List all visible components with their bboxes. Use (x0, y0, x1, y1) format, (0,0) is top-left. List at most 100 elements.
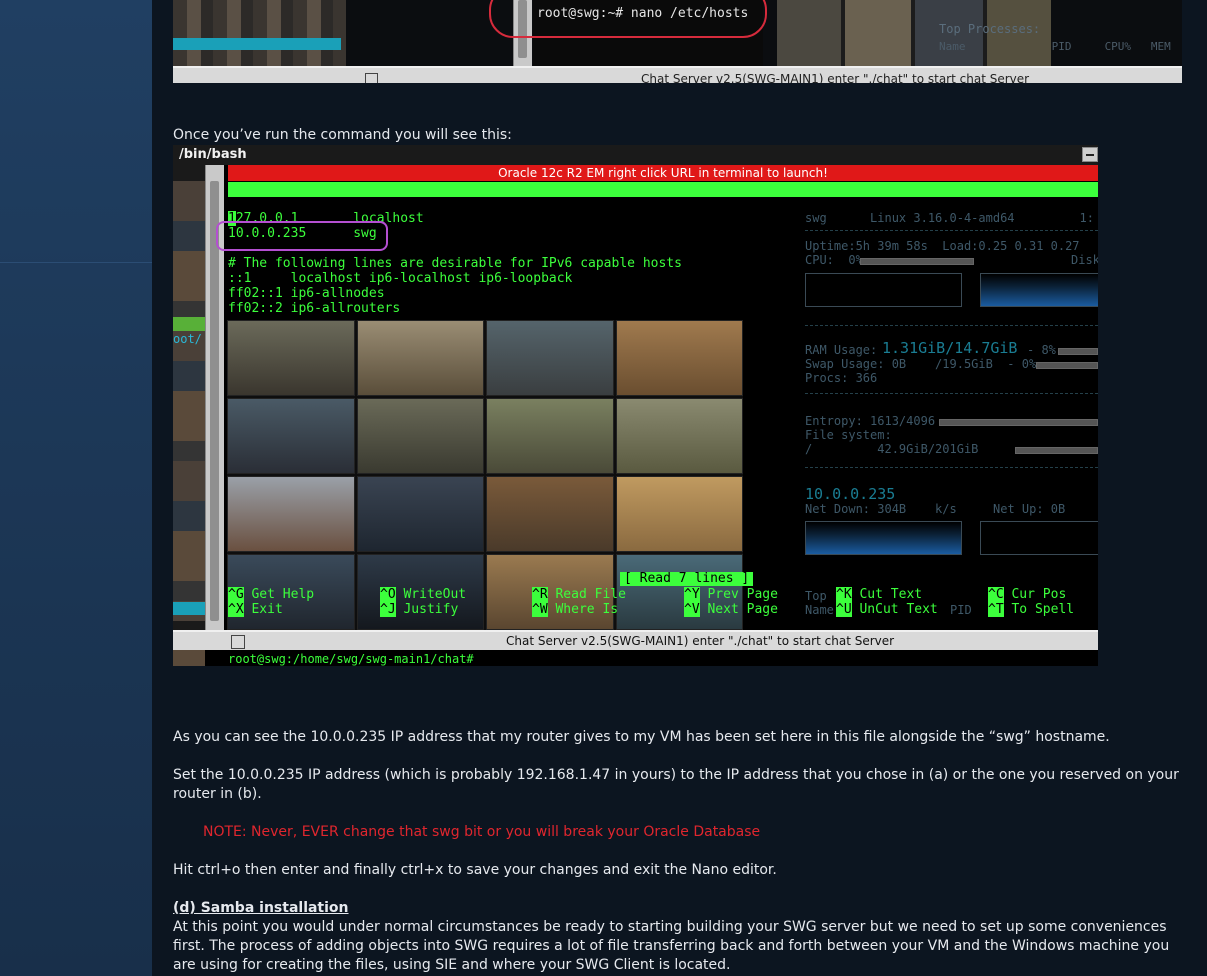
glances-ram-value: 1.31GiB/14.7GiB (882, 339, 1018, 357)
shortcut-label: Get Help (243, 587, 315, 602)
glances-fs-root: / 42.9GiB/201GiB (805, 442, 979, 456)
shortcut-writeout: ^O WriteOut (380, 587, 466, 602)
thumbnail (227, 398, 355, 474)
taskbar-label: Chat Server v2.5(SWG-MAIN1) enter "./cha… (506, 634, 895, 648)
hosts-line-7: ff02::2 ip6-allrouters (228, 301, 401, 316)
thumbnail (615, 476, 743, 552)
glances-net-up: Net Up: 0B (993, 502, 1066, 516)
save-paragraph: Hit ctrl+o then enter and finally ctrl+x… (173, 862, 777, 878)
thumbnail (227, 320, 355, 396)
shortcut-exit: ^X Exit (228, 602, 283, 617)
glances-cpu: CPU: 0% (805, 253, 863, 267)
sidebar-divider (0, 262, 152, 263)
shortcut-prev-page: ^Y Prev Page (684, 587, 778, 602)
left-bottom-thumbnail (173, 650, 205, 666)
glances-entropy: Entropy: 1613/4096 (805, 414, 936, 428)
ram-bar (1058, 348, 1098, 355)
hosts-line-5: ::1 localhost ip6-localhost ip6-loopback (228, 271, 573, 286)
shortcut-key: ^W (532, 602, 548, 617)
shortcut-key: ^X (228, 602, 244, 617)
glances-columns: Name PID CPU% MEM (939, 40, 1171, 53)
minimize-icon (1082, 147, 1098, 162)
left-teal-strip (173, 602, 205, 615)
shortcut-label: Where Is (547, 602, 619, 617)
glances-procs: Procs: 366 (805, 371, 878, 385)
fs-bar (1015, 447, 1098, 454)
shortcut-label: Exit (243, 602, 283, 617)
glances-separator (805, 393, 1098, 394)
glances-host: swg Linux 3.16.0-4-amd64 1: (805, 211, 1094, 225)
left-thumbnails (173, 181, 205, 621)
taskbar-label: Chat Server v2.5(SWG-MAIN1) enter "./cha… (641, 72, 1030, 83)
shortcut-label: Read File (547, 587, 626, 602)
screenshot-top: root@swg:~# nano /etc/hosts Top Processe… (173, 0, 1182, 83)
window-titlebar: /bin/bash (173, 145, 1098, 165)
glances-name: Name (805, 603, 834, 617)
window-title: /bin/bash (179, 147, 247, 162)
thumbnail (227, 476, 355, 552)
shortcut-key: ^V (684, 602, 700, 617)
swap-bar (1036, 362, 1098, 369)
terminal-prompt: root@swg:/home/swg/swg-main1/chat# (228, 652, 481, 666)
thumbnail (356, 476, 484, 552)
glances-ram-pct: - 8% (1027, 343, 1056, 357)
purple-highlight-oval (216, 221, 388, 251)
nano-version: GNU nano 2.2.6 (243, 197, 345, 211)
shortcut-label: Next Page (699, 602, 778, 617)
shortcut-get-help: ^G Get Help (228, 587, 314, 602)
hosts-line-6: ff02::1 ip6-allnodes (228, 286, 385, 301)
net-down-graph (805, 521, 962, 555)
terminal-taskbar: Chat Server v2.5(SWG-MAIN1) enter "./cha… (173, 66, 1182, 83)
cpu-bar (860, 258, 974, 265)
warning-note: NOTE: Never, EVER change that swg bit or… (203, 824, 761, 840)
thumbnail (486, 476, 614, 552)
glances-uptime: Uptime:5h 39m 58s Load:0.25 0.31 0.27 (805, 239, 1080, 253)
glances-pid: PID (950, 603, 972, 617)
cpu-graph (805, 273, 962, 307)
left-green-strip (173, 317, 205, 331)
oracle-banner: Oracle 12c R2 EM right click URL in term… (228, 165, 1098, 181)
shortcut-key: ^R (532, 587, 548, 602)
glances-top-processes: Top Processes: (939, 22, 1041, 36)
samba-paragraph: At this point you would under normal cir… (173, 919, 1170, 973)
glances-top: Top (805, 589, 827, 603)
taskbar-strip (173, 38, 341, 50)
shortcut-where-is: ^W Where Is (532, 602, 618, 617)
section-heading: (d) Samba installation (173, 900, 349, 916)
glances-separator (805, 325, 1098, 326)
shortcut-justify: ^J Justify (380, 602, 458, 617)
shortcut-label: Justify (395, 602, 459, 617)
window-icon (231, 635, 245, 649)
glances-separator (805, 467, 1098, 468)
window-icon (365, 73, 378, 83)
left-prompt-fragment: oot/ (173, 332, 202, 346)
left-sidebar (0, 0, 152, 976)
net-up-graph (980, 521, 1098, 555)
entropy-bar (939, 419, 1098, 426)
shortcut-label: WriteOut (395, 587, 467, 602)
set-ip-paragraph: Set the 10.0.0.235 IP address (which is … (173, 767, 1179, 802)
thumbnail (615, 320, 743, 396)
screenshot-thumbnails (173, 0, 346, 66)
red-highlight-oval (489, 0, 767, 38)
intro-paragraph: Once you’ve run the command you will see… (173, 127, 512, 143)
thumbnail (615, 398, 743, 474)
shortcut-next-page: ^V Next Page (684, 602, 778, 617)
shortcut-read-file: ^R Read File (532, 587, 626, 602)
glances-filesystem: File system: (805, 428, 892, 442)
glances-monitor: swg Linux 3.16.0-4-amd64 1: Uptime:5h 39… (805, 205, 1098, 645)
glances-swap: Swap Usage: 0B /19.5GiB - 0% (805, 357, 1037, 371)
disk-graph (980, 273, 1098, 307)
nano-header: GNU nano 2.2.6 File: /etc/hosts (228, 182, 1098, 226)
shortcut-key: ^G (228, 587, 244, 602)
hosts-line-4: # The following lines are desirable for … (228, 256, 682, 271)
shortcut-key: ^O (380, 587, 396, 602)
glances-ip: 10.0.0.235 (805, 485, 896, 503)
shortcut-key: ^Y (684, 587, 700, 602)
screenshot-terminal: /bin/bash oot/ Oracle 12c R2 EM right cl… (173, 145, 1098, 666)
terminal-taskbar: Chat Server v2.5(SWG-MAIN1) enter "./cha… (173, 630, 1098, 650)
nano-status: [ Read 7 lines ] (620, 572, 754, 586)
shortcut-label: Prev Page (699, 587, 778, 602)
glances-disk: Disk (1071, 253, 1098, 267)
thumbnail (356, 398, 484, 474)
